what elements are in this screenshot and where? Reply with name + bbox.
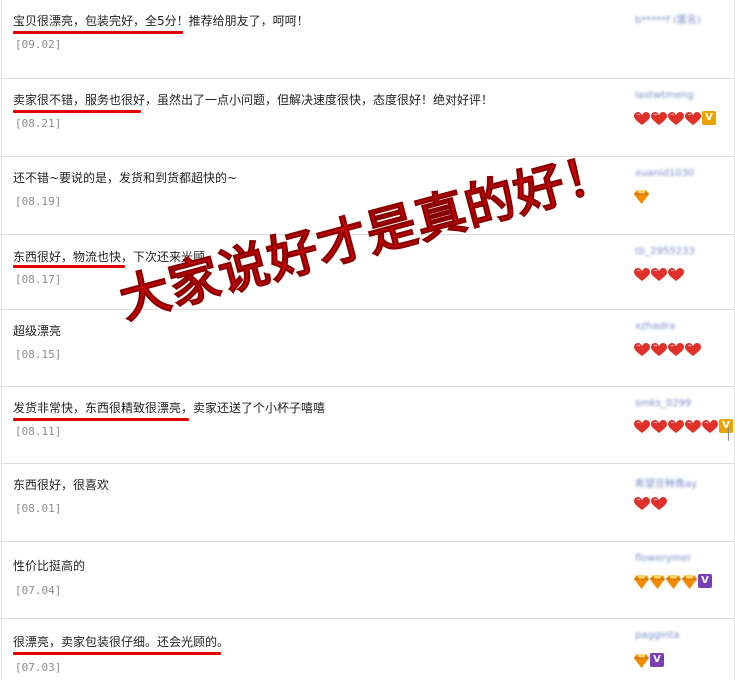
reviewer-badges: V [634,574,712,589]
heart-icon [634,267,650,281]
heart-icon [668,111,684,125]
review-date: [08.21] [15,117,62,130]
reviewer-badges: V [634,653,664,668]
reviewer-badges [634,267,684,281]
review-comment: 东西很好，很喜欢 [13,478,110,492]
reviewer-name[interactable]: tb_2955233 [635,246,695,257]
heart-icon [634,111,650,125]
review-date: [09.02] [15,38,62,51]
truncation-indicator: ▏ [728,428,735,441]
highlight-underline [13,418,189,421]
diamond-icon [682,574,697,589]
review-date: [08.11] [15,425,62,438]
highlight-underline [13,265,125,268]
reviewer-name[interactable]: xzhadra [635,321,675,332]
heart-icon [651,111,667,125]
diamond-icon [650,574,665,589]
vip-purple-icon: V [650,653,664,667]
heart-icon [685,111,701,125]
reviewer-name[interactable]: flowerymei [635,553,690,564]
heart-icon [685,419,701,433]
vip-purple-icon: V [698,574,712,588]
review-comment: 发货非常快，东西很精致很漂亮，卖家还送了个小杯子嘻嘻 [13,401,326,415]
review-date: [08.15] [15,348,62,361]
heart-icon [634,419,650,433]
vip-gold-icon: V [702,111,716,125]
heart-icon [668,419,684,433]
reviewer-name[interactable]: b*****f (匿名) [635,11,701,26]
review-row: 卖家很不错，服务也很好，虽然出了一点小问题，但解决速度很快，态度很好！绝对好评！… [2,79,734,157]
diamond-icon [634,574,649,589]
highlight-underline [13,110,141,113]
reviewer-name[interactable]: xuanid1030 [635,168,694,179]
heart-icon [668,342,684,356]
review-date: [08.17] [15,273,62,286]
review-comment: 卖家很不错，服务也很好，虽然出了一点小问题，但解决速度很快，态度很好！绝对好评！ [13,93,494,107]
review-date: [07.03] [15,661,62,674]
review-row: 超级漂亮 [08.15] xzhadra [2,310,734,387]
reviewer-badges [634,342,701,356]
heart-icon [651,496,667,510]
reviewer-name[interactable]: pagginta [635,630,679,641]
review-date: [08.19] [15,195,62,208]
review-comment: 超级漂亮 [13,324,62,338]
diamond-icon [634,653,649,668]
reviewer-badges: V [634,111,716,125]
highlight-underline [13,652,221,655]
review-row: 东西很好，很喜欢 [08.01] 希望豆种角ay [2,464,734,542]
heart-icon [668,267,684,281]
diamond-icon [666,574,681,589]
review-comment: 很漂亮，卖家包装很仔细。还会光顾的。 [13,635,230,649]
reviewer-badges [634,189,649,204]
heart-icon [702,419,718,433]
reviewer-name[interactable]: lastwtmeng [635,90,694,101]
heart-icon [634,496,650,510]
heart-icon [651,342,667,356]
reviewer-badges: V [634,419,733,433]
heart-icon [685,342,701,356]
review-comment: 宝贝很漂亮，包装完好，全5分！推荐给朋友了，呵呵！ [13,14,309,28]
review-row: 发货非常快，东西很精致很漂亮，卖家还送了个小杯子嘻嘻 [08.11] smks_… [2,387,734,464]
review-row: 宝贝很漂亮，包装完好，全5分！推荐给朋友了，呵呵！ [09.02] b*****… [2,0,734,79]
review-date: [07.04] [15,584,62,597]
review-date: [08.01] [15,502,62,515]
review-comment: 性价比挺高的 [13,559,86,573]
reviewer-name[interactable]: smks_0299 [635,398,691,409]
heart-icon [651,267,667,281]
heart-icon [651,419,667,433]
review-list: 宝贝很漂亮，包装完好，全5分！推荐给朋友了，呵呵！ [09.02] b*****… [1,0,735,680]
review-row: 很漂亮，卖家包装很仔细。还会光顾的。 [07.03] pagginta V [2,619,734,680]
reviewer-name[interactable]: 希望豆种角ay [635,475,697,490]
review-row: 性价比挺高的 [07.04] flowerymei V [2,542,734,619]
reviewer-badges [634,496,667,510]
diamond-icon [634,189,649,204]
review-comment: 还不错~要说的是，发货和到货都超快的~ [13,171,238,185]
heart-icon [634,342,650,356]
highlight-underline [13,31,183,34]
